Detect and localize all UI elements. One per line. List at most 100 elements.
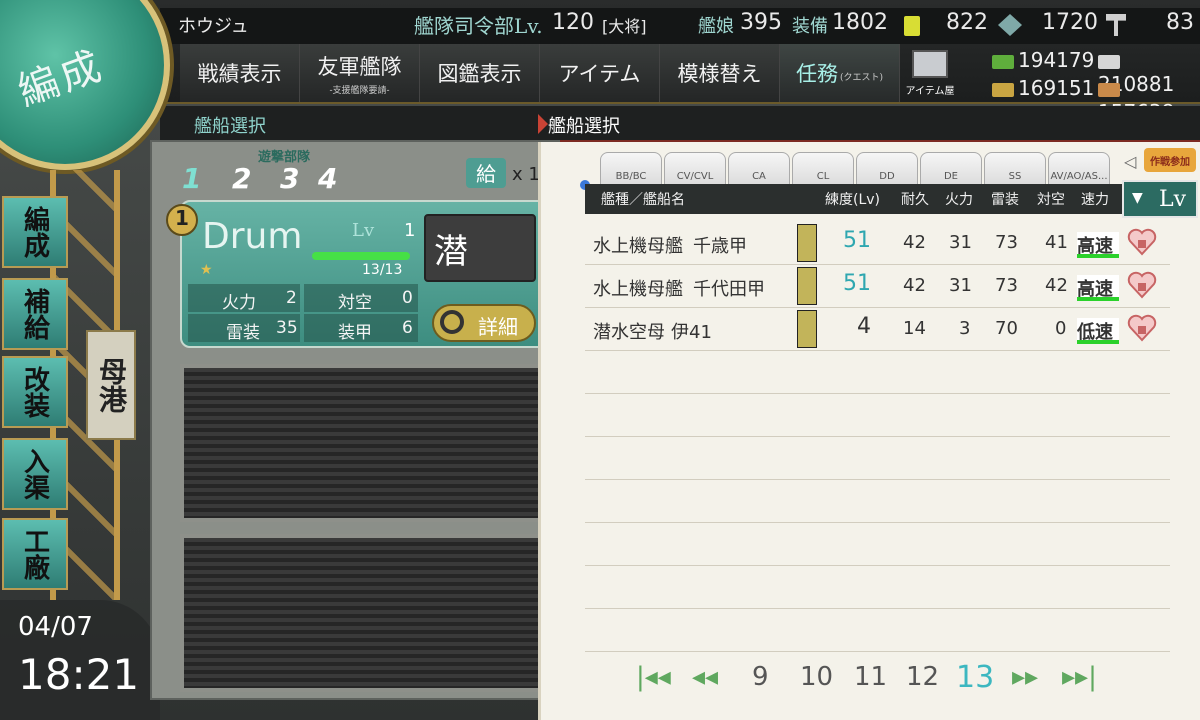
page-link[interactable]: 10 <box>800 662 833 692</box>
pagination: |◂◂ ◂◂ 9 10 11 12 13 ▸▸ ▸▸| <box>636 660 1106 700</box>
nav-repair[interactable]: 入渠 <box>2 438 68 510</box>
clock-time: 18:21 <box>18 650 140 699</box>
fleet-tag-icon <box>797 224 817 262</box>
empty-row <box>585 351 1170 394</box>
header-aa: 対空 <box>1037 192 1065 208</box>
fleet-tab-3[interactable]: 3 <box>280 162 299 195</box>
record-label: 戦績表示 <box>197 62 282 86</box>
ship-tp: 73 <box>995 275 1018 296</box>
first-page-icon[interactable]: |◂◂ <box>636 662 671 692</box>
port-label: 母港 <box>95 357 128 413</box>
home-logo[interactable]: 編成 <box>0 0 170 170</box>
empty-row <box>585 480 1170 523</box>
buckets-count: 822 <box>946 10 988 35</box>
item-shop-label: アイテム屋 <box>905 86 955 97</box>
ship-lv: 4 <box>857 314 871 339</box>
last-page-icon[interactable]: ▸▸| <box>1062 662 1097 692</box>
nav-supply[interactable]: 補給 <box>2 278 68 350</box>
equip-count: 1802 <box>832 10 888 35</box>
sub-header-right-title: 艦船選択 <box>548 116 620 137</box>
empty-row <box>585 394 1170 437</box>
filter-tab-de[interactable]: DE <box>920 152 982 186</box>
quest-button[interactable]: 任務 (クエスト) <box>780 44 900 102</box>
clock-date: 04/07 <box>18 612 93 642</box>
page-link[interactable]: 11 <box>854 662 887 692</box>
current-page[interactable]: 13 <box>956 660 994 695</box>
hq-label: 艦隊司令部Lv. <box>414 14 543 38</box>
nav-arsenal[interactable]: 工廠 <box>2 518 68 590</box>
ship-name: Drum <box>202 216 303 257</box>
sort-button[interactable]: ▼ Lv <box>1122 180 1198 218</box>
filter-tab-av[interactable]: AV/AO/AS... <box>1048 152 1110 186</box>
filter-tab-cl[interactable]: CL <box>792 152 854 186</box>
nav-organize[interactable]: 編成 <box>2 196 68 268</box>
triangle-left-icon[interactable]: ◁ <box>1124 152 1136 171</box>
filter-tab-bb[interactable]: BB/BC <box>600 152 662 186</box>
ship-lv: 51 <box>843 228 871 253</box>
heart-lock-icon[interactable] <box>1127 271 1157 299</box>
friend-fleet-button[interactable]: 友軍艦隊 -支援艦隊要請- <box>300 44 420 102</box>
ship-lv: 51 <box>843 271 871 296</box>
ship-hp: 13/13 <box>362 262 403 278</box>
encyclopedia-button[interactable]: 図鑑表示 <box>420 44 540 102</box>
port-button[interactable]: 母港 <box>86 330 136 440</box>
ammo-count: 169151 <box>1018 76 1095 100</box>
item-button[interactable]: アイテム <box>540 44 660 102</box>
heart-lock-icon[interactable] <box>1127 228 1157 256</box>
nav-organize-label: 編成 <box>19 206 50 258</box>
friend-fleet-sub: -支援艦隊要請- <box>329 85 390 96</box>
ship-hp: 42 <box>903 275 926 296</box>
main-menu: 戦績表示 友軍艦隊 -支援艦隊要請- 図鑑表示 アイテム 模様替え 任務 (クエスト… <box>180 44 900 102</box>
next-page-icon[interactable]: ▸▸ <box>1012 662 1038 692</box>
ship-row[interactable]: 水上機母艦 千歳甲 51 42 31 73 41 高速 <box>585 222 1170 265</box>
fleet-tag-icon <box>797 310 817 348</box>
sub-header: 艦船選択 艦船選択 <box>160 106 1200 142</box>
empty-ship-slot-3[interactable] <box>180 534 550 692</box>
fuel-count: 194179 <box>1018 48 1095 72</box>
ship-name: 千歳甲 <box>693 236 747 257</box>
supply-badge[interactable]: 給 <box>466 158 506 188</box>
header-speed: 速力 <box>1081 192 1109 208</box>
torpedo-label: 雷装 <box>226 323 260 343</box>
ship-lv: 1 <box>404 220 416 241</box>
empty-row <box>585 437 1170 480</box>
header-hp: 耐久 <box>901 192 929 208</box>
ship-type: 潜水空母 <box>593 322 665 343</box>
filter-tab-ca[interactable]: CA <box>728 152 790 186</box>
fleet-tab-2[interactable]: 2 <box>232 162 251 195</box>
empty-row <box>585 523 1170 566</box>
armor-label: 装甲 <box>338 323 372 343</box>
nav-remodel[interactable]: 改装 <box>2 356 68 428</box>
fuel-icon <box>992 54 1014 69</box>
filter-tab-cv[interactable]: CV/CVL <box>664 152 726 186</box>
empty-row <box>585 609 1170 652</box>
fleet-tab-4[interactable]: 4 <box>318 162 337 195</box>
furniture-label: 模様替え <box>677 62 762 86</box>
ship-aa: 41 <box>1045 232 1068 253</box>
prev-page-icon[interactable]: ◂◂ <box>692 662 718 692</box>
nav-supply-label: 補給 <box>19 288 50 340</box>
page-link[interactable]: 12 <box>906 662 939 692</box>
furniture-button[interactable]: 模様替え <box>660 44 780 102</box>
filter-tab-dd[interactable]: DD <box>856 152 918 186</box>
ship-row[interactable]: 潜水空母 伊41 4 14 3 70 0 低速 <box>585 308 1170 351</box>
ship-row[interactable]: 水上機母艦 千代田甲 51 42 31 73 42 高速 <box>585 265 1170 308</box>
friend-fleet-label: 友軍艦隊 <box>317 54 402 79</box>
ship-fp: 31 <box>949 275 972 296</box>
ship-name: 千代田甲 <box>693 279 765 300</box>
fleet-tab-1[interactable]: 1 <box>182 162 201 195</box>
heart-lock-icon[interactable] <box>1127 314 1157 342</box>
sortie-filter-button[interactable]: 作戦参加 <box>1144 148 1196 172</box>
sub-header-left-title: 艦船選択 <box>194 116 266 137</box>
ships-label: 艦娘 <box>698 16 734 37</box>
equip-label: 装備 <box>792 16 828 37</box>
magnifier-icon <box>440 310 464 334</box>
record-button[interactable]: 戦績表示 <box>180 44 300 102</box>
page-link[interactable]: 9 <box>752 662 769 692</box>
empty-ship-slot-2[interactable] <box>180 364 550 522</box>
item-shop-button[interactable]: アイテム屋 <box>900 48 960 100</box>
supply-count: x 1 <box>512 164 540 185</box>
filter-tab-ss[interactable]: SS <box>984 152 1046 186</box>
firepower-value: 2 <box>286 288 297 308</box>
logo-text: 編成 <box>12 42 111 116</box>
